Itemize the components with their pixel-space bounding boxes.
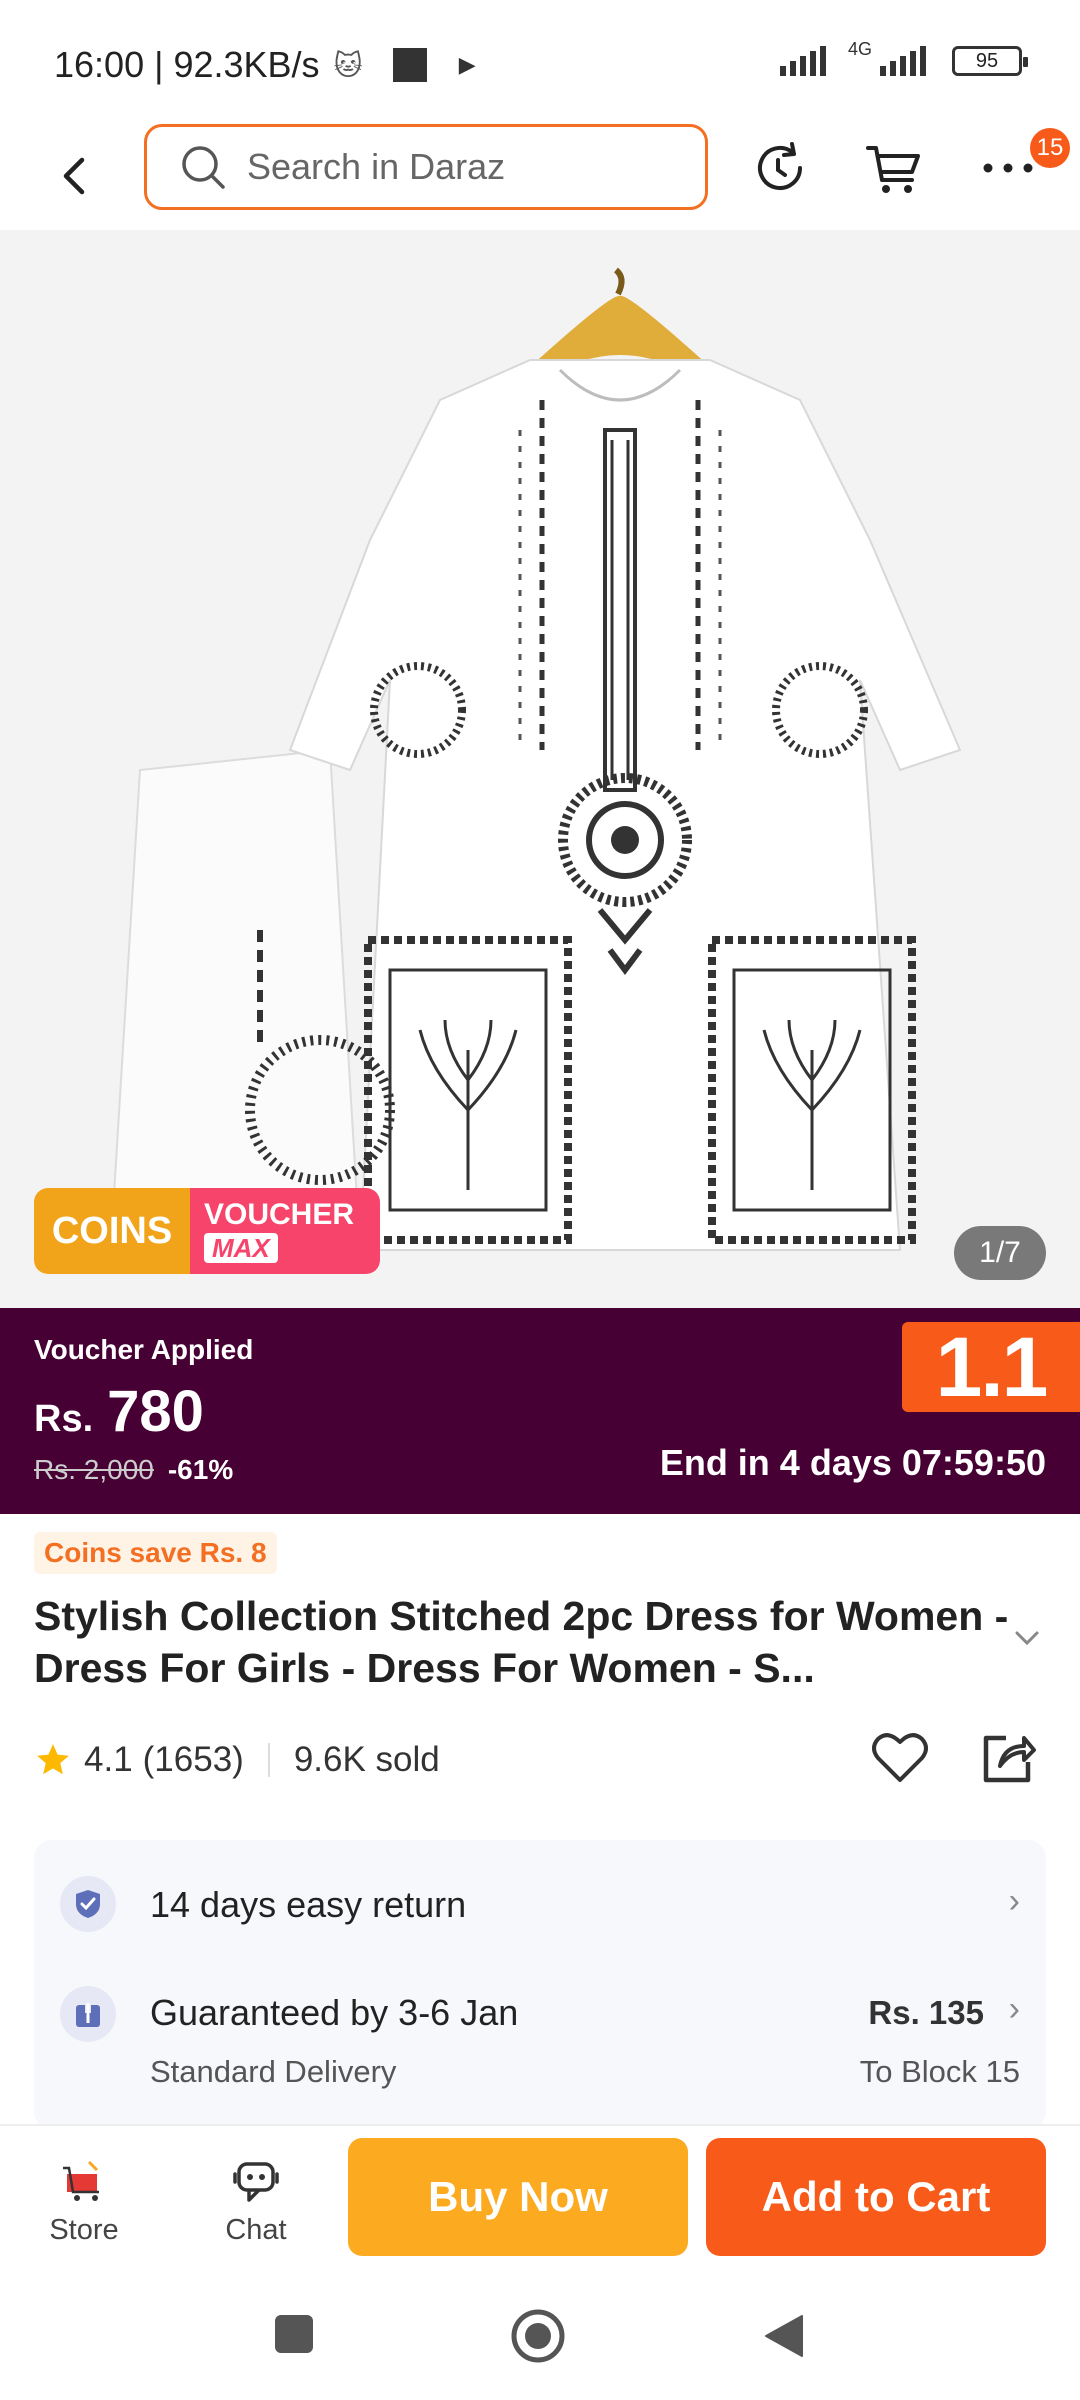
play-notification-icon: ▶ — [458, 52, 476, 77]
chat-bot-icon — [233, 2162, 279, 2202]
store-logo-icon — [63, 2160, 99, 2201]
coins-save-badge: Coins save Rs. 8 — [34, 1532, 277, 1574]
voucher-max-text: MAX — [204, 1233, 278, 1263]
status-left: 16:00 | 92.3KB/s 🐱 ▶ — [54, 44, 476, 86]
refresh-history-icon — [758, 142, 802, 190]
back-nav-button[interactable] — [762, 2312, 806, 2365]
more-dots-icon — [983, 163, 1033, 173]
voucher-max-label: VOUCHER MAX — [190, 1188, 380, 1274]
rating-row[interactable]: 4.1 (1653) 9.6K sold — [34, 1730, 440, 1790]
search-icon — [182, 146, 225, 189]
easy-return-row[interactable]: 14 days easy return › — [60, 1870, 1020, 1940]
network-type-label: 4G — [847, 38, 872, 59]
sale-campaign-tag: 1.1 — [902, 1320, 1080, 1414]
dress-product-image — [0, 230, 1080, 1308]
chevron-left-icon — [63, 157, 85, 195]
menu-notification-badge: 15 — [1030, 128, 1070, 168]
share-icon — [983, 1735, 1036, 1783]
home-button[interactable] — [510, 2308, 566, 2369]
signal-icon-2 — [880, 46, 926, 76]
signal-icon — [779, 46, 826, 76]
cat-notification-icon: 🐱 — [333, 49, 363, 81]
original-price-row: Rs. 2,000 -61% — [34, 1454, 233, 1486]
battery-icon: 95 — [952, 46, 1028, 76]
bottom-action-bar: Store Chat Buy Now Add to Cart — [0, 2124, 1080, 2274]
rating-value: 4.1 — [84, 1740, 133, 1779]
coins-voucher-max-badge: COINS VOUCHER MAX — [34, 1188, 380, 1274]
status-right: 4G 95 — [779, 39, 1028, 76]
coins-label: COINS — [34, 1188, 190, 1274]
store-label: Store — [49, 2214, 119, 2246]
recents-button[interactable] — [272, 2312, 316, 2361]
voucher-label: VOUCHER — [204, 1198, 355, 1231]
review-count: (1653) — [142, 1740, 244, 1779]
price-amount: 780 — [107, 1379, 204, 1444]
divider — [267, 1743, 270, 1777]
history-button[interactable] — [748, 136, 812, 200]
voucher-applied-label: Voucher Applied — [34, 1334, 254, 1365]
discount-percent: -61% — [167, 1454, 234, 1485]
search-input[interactable]: Search in Daraz — [144, 124, 708, 210]
service-info-card: 14 days easy return › Guaranteed by 3-6 … — [34, 1840, 1046, 2130]
system-navigation-bar — [0, 2274, 1080, 2400]
circle-home-icon — [511, 2309, 565, 2363]
wishlist-button[interactable] — [868, 1726, 932, 1790]
return-policy-label: 14 days easy return — [150, 1884, 467, 1925]
chat-label: Chat — [225, 2214, 287, 2246]
battery-level: 95 — [975, 49, 999, 72]
cart-icon — [866, 146, 920, 193]
price-banner: Voucher Applied Rs. 780 Rs. 2,000 -61% 1… — [0, 1308, 1080, 1514]
delivery-row[interactable]: Guaranteed by 3-6 Jan Standard Delivery … — [60, 1980, 1020, 2110]
cart-button[interactable] — [862, 136, 926, 200]
delivery-location: To Block 15 — [859, 2054, 1020, 2089]
star-icon — [37, 1744, 69, 1775]
sold-count: 9.6K sold — [293, 1740, 440, 1779]
chat-button[interactable]: Chat — [196, 2156, 316, 2247]
buy-now-button[interactable]: Buy Now — [348, 2138, 688, 2256]
square-notification-icon — [392, 48, 427, 82]
delivery-type: Standard Delivery — [150, 2054, 397, 2089]
search-placeholder: Search in Daraz — [247, 146, 506, 187]
image-counter: 1/7 — [954, 1226, 1046, 1280]
shield-check-icon — [60, 1876, 116, 1932]
delivery-guarantee: Guaranteed by 3-6 Jan — [150, 1992, 519, 2033]
heart-icon — [872, 1733, 928, 1782]
chevron-right-icon: › — [1008, 1882, 1020, 1920]
back-button[interactable] — [52, 148, 96, 204]
status-time-speed: 16:00 | 92.3KB/s — [54, 44, 320, 85]
triangle-back-icon — [765, 2315, 803, 2357]
chevron-down-icon — [1015, 1631, 1039, 1646]
expand-title-button[interactable] — [1014, 1630, 1040, 1651]
status-bar: 16:00 | 92.3KB/s 🐱 ▶ 4G 95 — [0, 0, 1080, 120]
add-to-cart-button[interactable]: Add to Cart — [706, 2138, 1046, 2256]
share-button[interactable] — [976, 1726, 1040, 1790]
product-image-gallery[interactable]: COINS VOUCHER MAX 1/7 — [0, 230, 1080, 1308]
chevron-right-icon: › — [1008, 1990, 1020, 2028]
original-price: Rs. 2,000 — [34, 1454, 154, 1485]
delivery-box-icon — [60, 1986, 116, 2042]
countdown-timer: End in 4 days 07:59:50 — [659, 1442, 1046, 1483]
price-currency: Rs. — [34, 1398, 94, 1440]
current-price: Rs. 780 — [34, 1378, 204, 1445]
square-recents-icon — [275, 2315, 313, 2353]
delivery-fee: Rs. 135 — [868, 1994, 984, 2031]
top-nav: Search in Daraz — [0, 120, 1080, 230]
product-title[interactable]: Stylish Collection Stitched 2pc Dress fo… — [34, 1590, 1014, 1694]
store-button[interactable]: Store — [24, 2156, 144, 2247]
